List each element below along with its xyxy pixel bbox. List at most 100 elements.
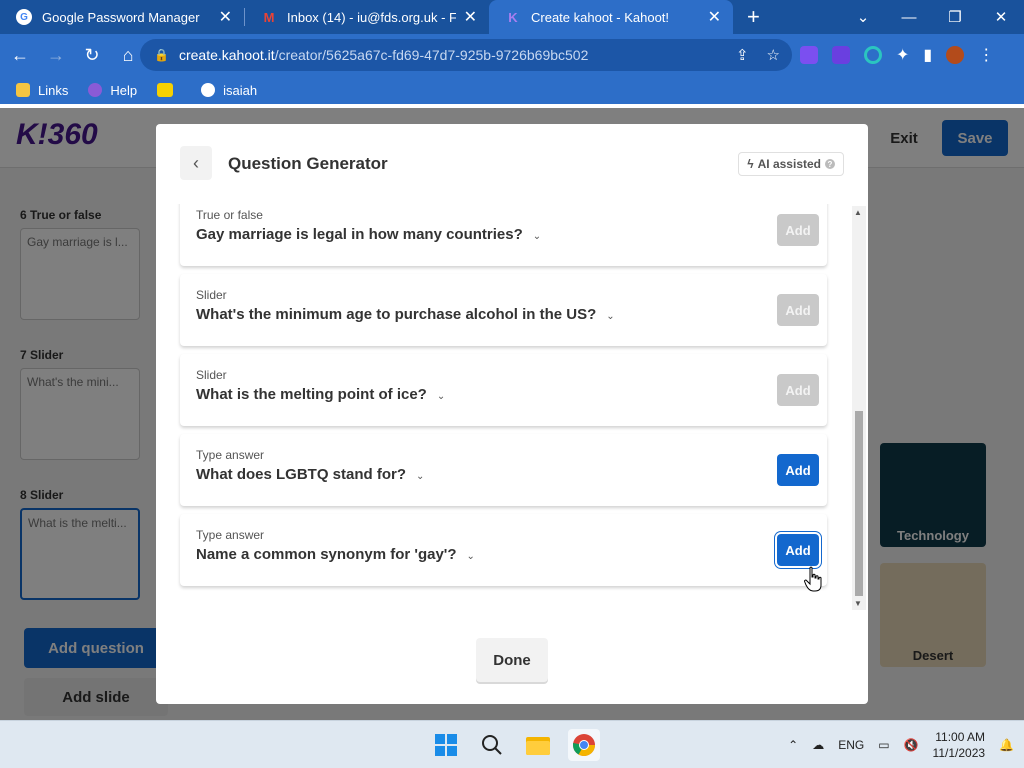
volume-muted-icon[interactable]: 🔇 (904, 738, 919, 752)
close-tab-icon[interactable]: ✕ (464, 7, 477, 27)
new-tab-icon[interactable]: + (747, 4, 760, 30)
url-path: /creator/5625a67c-fd69-47d7-925b-9726b69… (274, 47, 589, 63)
ai-badge-label: AI assisted (757, 157, 821, 171)
cloud-offline-icon[interactable]: ☁ (812, 738, 824, 752)
bookmark-links[interactable]: Links (16, 83, 68, 98)
add-question-button[interactable]: Add (777, 214, 819, 246)
extension-icon[interactable] (800, 46, 818, 64)
question-card: Slider What is the melting point of ice?… (180, 354, 827, 426)
add-question-button[interactable]: Add (777, 454, 819, 486)
bookmark-isaiah[interactable]: isaiah (201, 83, 257, 98)
system-tray: ⌃ ☁ ENG ▭ 🔇 11:00 AM 11/1/2023 🔔 (788, 721, 1014, 768)
chevron-down-icon[interactable]: ⌄ (606, 311, 614, 322)
url-host: create.kahoot.it (178, 47, 275, 63)
language-indicator[interactable]: ENG (838, 738, 864, 752)
reload-icon[interactable]: ↻ (76, 45, 108, 66)
question-text-label: Name a common synonym for 'gay'? (196, 546, 457, 563)
add-question-button[interactable]: Add (777, 534, 819, 566)
chevron-down-icon[interactable]: ⌄ (437, 391, 445, 402)
lightning-icon: ϟ (747, 157, 754, 171)
generated-questions-list[interactable]: True or false Gay marriage is legal in h… (156, 204, 868, 612)
question-type: Type answer (196, 528, 265, 542)
extensions-area: ✦ ▮ ⋮ (800, 34, 994, 76)
tab-title: Google Password Manager (42, 9, 200, 25)
chevron-down-icon[interactable]: ⌄ (533, 231, 541, 242)
add-question-button[interactable]: Add (777, 294, 819, 326)
puzzle-icon[interactable]: ✦ (896, 45, 909, 65)
question-text[interactable]: What does LGBTQ stand for? ⌄ (196, 466, 424, 483)
bookmarks-bar: Links Help isaiah (0, 76, 1024, 104)
clock-time: 11:00 AM (935, 730, 986, 744)
network-icon[interactable]: ▭ (878, 738, 889, 752)
tab-inbox[interactable]: M Inbox (14) - iu@fds.org.uk - Furz ✕ (245, 0, 489, 34)
question-text[interactable]: What's the minimum age to purchase alcoh… (196, 306, 615, 323)
modal-header: ‹ Question Generator ϟ AI assisted ? (156, 124, 868, 204)
chevron-left-icon: ‹ (193, 152, 199, 173)
close-window-icon[interactable]: ✕ (978, 8, 1024, 26)
scroll-down-icon[interactable]: ▼ (854, 599, 862, 608)
bookmark-unnamed[interactable] (157, 83, 181, 97)
chevron-down-icon[interactable]: ⌄ (416, 471, 424, 482)
chevron-up-icon[interactable]: ⌃ (788, 738, 798, 752)
address-bar[interactable]: 🔒 create.kahoot.it/creator/5625a67c-fd69… (140, 39, 792, 71)
share-icon[interactable]: ⇪ (736, 46, 749, 64)
back-icon[interactable]: ← (4, 45, 36, 66)
clock-date: 11/1/2023 (932, 746, 986, 760)
scrollbar[interactable]: ▲ ▼ (852, 206, 866, 610)
hand-cursor-icon (804, 566, 822, 592)
tab-password-manager[interactable]: G Google Password Manager ✕ (0, 0, 244, 34)
tab-create-kahoot[interactable]: K Create kahoot - Kahoot! ✕ (489, 0, 733, 34)
question-card: True or false Gay marriage is legal in h… (180, 204, 827, 266)
file-explorer-icon[interactable] (522, 729, 554, 761)
chevron-down-icon[interactable]: ⌄ (467, 551, 475, 562)
notification-bell-icon[interactable]: 🔔 (999, 738, 1014, 752)
chrome-icon[interactable] (568, 729, 600, 761)
restore-icon[interactable]: ❐ (932, 8, 978, 26)
minimize-icon[interactable]: — (886, 9, 932, 26)
bookmark-help[interactable]: Help (88, 83, 137, 98)
search-icon[interactable] (476, 729, 508, 761)
add-question-button[interactable]: Add (777, 374, 819, 406)
question-type: Type answer (196, 448, 265, 462)
question-card: Type answer Name a common synonym for 'g… (180, 514, 827, 586)
scroll-up-icon[interactable]: ▲ (854, 208, 862, 217)
extension-icon[interactable] (864, 46, 882, 64)
forward-icon[interactable]: → (40, 45, 72, 66)
question-text[interactable]: What is the melting point of ice? ⌄ (196, 386, 445, 403)
clock[interactable]: 11:00 AM 11/1/2023 (933, 729, 986, 761)
info-icon[interactable]: ? (825, 159, 835, 169)
avatar[interactable] (946, 46, 965, 64)
menu-icon[interactable]: ⋮ (978, 45, 994, 65)
done-button[interactable]: Done (476, 638, 548, 682)
bookmark-star-icon[interactable]: ☆ (767, 46, 780, 64)
lock-icon[interactable]: 🔒 (154, 48, 169, 62)
folder-icon (16, 83, 30, 97)
kahoot-icon: K (508, 9, 518, 25)
windows-taskbar: ⌃ ☁ ENG ▭ 🔇 11:00 AM 11/1/2023 🔔 (0, 720, 1024, 768)
back-button[interactable]: ‹ (180, 146, 212, 180)
question-text[interactable]: Gay marriage is legal in how many countr… (196, 226, 541, 243)
close-tab-icon[interactable]: ✕ (219, 7, 232, 27)
gmail-icon: M (263, 9, 275, 25)
help-icon (88, 83, 103, 97)
google-icon: G (16, 9, 32, 25)
question-generator-modal: ‹ Question Generator ϟ AI assisted ? Tru… (156, 124, 868, 704)
tab-title: Create kahoot - Kahoot! (531, 9, 670, 25)
question-text-label: What is the melting point of ice? (196, 386, 427, 403)
windows-start-icon[interactable] (430, 729, 462, 761)
question-text[interactable]: Name a common synonym for 'gay'? ⌄ (196, 546, 475, 563)
scrollbar-thumb[interactable] (855, 411, 863, 596)
question-text-label: What's the minimum age to purchase alcoh… (196, 306, 597, 323)
extension-icon[interactable] (832, 46, 850, 64)
question-text-label: What does LGBTQ stand for? (196, 466, 406, 483)
tab-title: Inbox (14) - iu@fds.org.uk - Furz (287, 9, 456, 25)
bookmark-label: isaiah (223, 82, 258, 98)
window-controls: ⌄ — ❐ ✕ (840, 0, 1024, 34)
close-tab-icon[interactable]: ✕ (708, 7, 721, 27)
tab-search-icon[interactable]: ⌄ (840, 8, 886, 26)
question-type: Slider (196, 368, 227, 382)
question-type: Slider (196, 288, 227, 302)
side-panel-icon[interactable]: ▮ (923, 45, 932, 65)
tab-strip: G Google Password Manager ✕ M Inbox (14)… (0, 0, 1024, 34)
bookmark-label: Links (38, 82, 69, 98)
